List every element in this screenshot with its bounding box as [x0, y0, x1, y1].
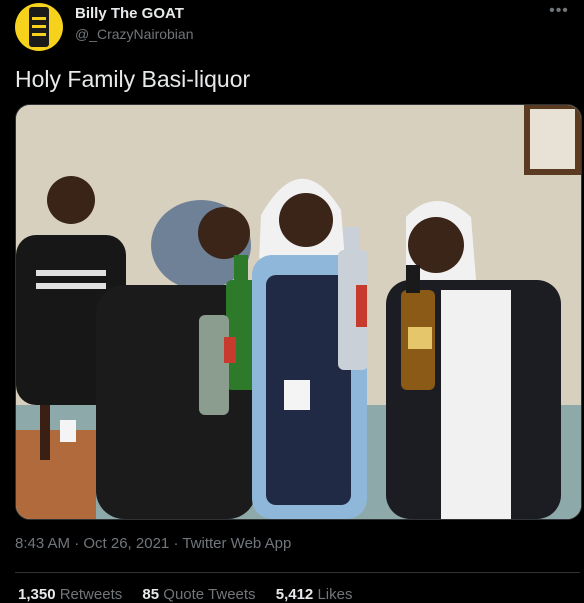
photo-illustration: [16, 105, 581, 519]
tweet-timestamp[interactable]: 8:43 AM · Oct 26, 2021: [15, 535, 169, 552]
author-display-name[interactable]: Billy The GOAT: [75, 5, 184, 22]
divider: [15, 572, 580, 573]
author-handle[interactable]: @_CrazyNairobian: [75, 26, 193, 42]
tweet-metadata: 8:43 AM · Oct 26, 2021 · Twitter Web App: [15, 535, 291, 552]
tweet-header: Billy The GOAT @_CrazyNairobian •••: [0, 0, 584, 60]
avatar[interactable]: [15, 3, 63, 51]
quote-tweets-count[interactable]: 85: [142, 586, 159, 603]
retweets-count[interactable]: 1,350: [18, 586, 56, 603]
quote-tweets-label[interactable]: Quote Tweets: [163, 586, 255, 603]
tweet-source[interactable]: Twitter Web App: [182, 535, 291, 552]
likes-count[interactable]: 5,412: [276, 586, 314, 603]
retweets-label[interactable]: Retweets: [60, 586, 123, 603]
engagement-stats: 1,350 Retweets 85 Quote Tweets 5,412 Lik…: [18, 586, 368, 603]
tweet-photo[interactable]: [15, 104, 582, 520]
more-horizontal-icon[interactable]: •••: [544, 2, 574, 22]
meta-separator: ·: [173, 535, 183, 552]
tweet-text: Holy Family Basi-liquor: [15, 66, 251, 92]
likes-label[interactable]: Likes: [317, 586, 352, 603]
